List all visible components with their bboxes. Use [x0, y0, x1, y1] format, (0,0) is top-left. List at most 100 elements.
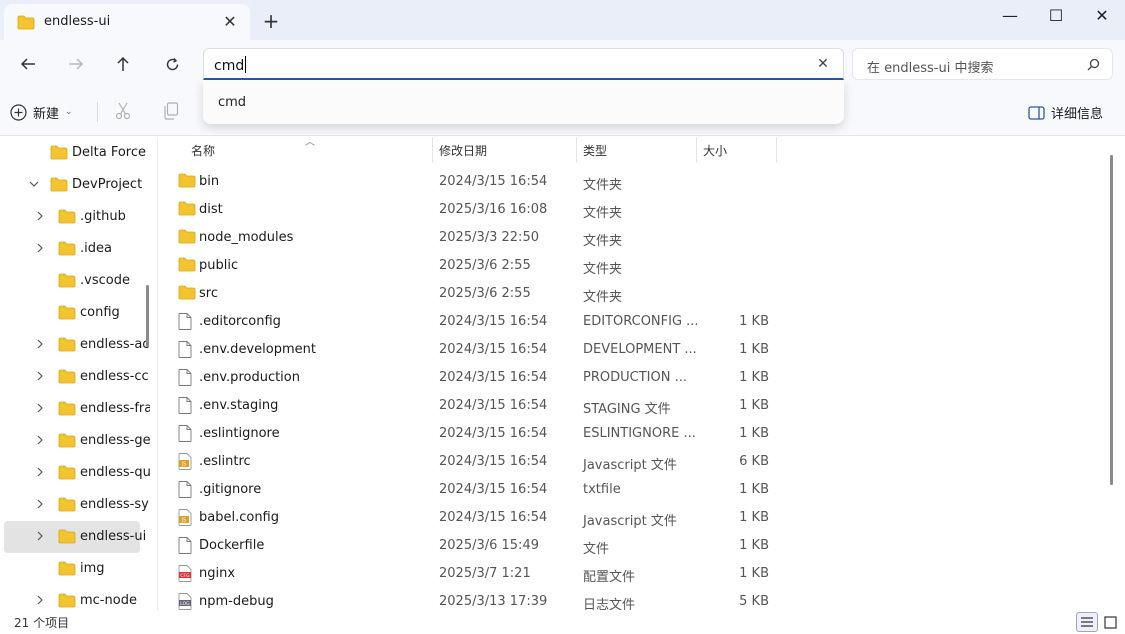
- file-row[interactable]: .editorconfig 2024/3/15 16:54 EDITORCONFIG…: [158, 307, 1113, 335]
- file-icon: [178, 369, 192, 390]
- file-row[interactable]: src 2025/3/6 2:55 文件夹: [158, 279, 1113, 307]
- file-date: 2024/3/15 16:54: [439, 342, 548, 357]
- sidebar-item[interactable]: endless-qu: [0, 457, 150, 489]
- file-type: 文件夹: [583, 234, 623, 249]
- file-size: 1 KB: [739, 538, 769, 553]
- column-divider[interactable]: [776, 137, 777, 163]
- chevron-right-icon[interactable]: [36, 210, 48, 224]
- chevron-right-icon[interactable]: [36, 242, 48, 256]
- sidebar-item[interactable]: endless-ac: [0, 329, 150, 361]
- chevron-right-icon[interactable]: [36, 530, 48, 544]
- search-input[interactable]: 在 endless-ui 中搜索: [852, 48, 1113, 80]
- column-divider[interactable]: [432, 137, 433, 163]
- file-row[interactable]: .env.development 2024/3/15 16:54 DEVELOPME…: [158, 335, 1113, 363]
- file-name: .env.staging: [199, 398, 279, 413]
- sidebar-item[interactable]: mc-node: [0, 585, 150, 611]
- chevron-right-icon[interactable]: [36, 402, 48, 416]
- file-name: dist: [199, 202, 223, 217]
- file-row[interactable]: CFG nginx 2025/3/7 1:21 配置文件 1 KB: [158, 559, 1113, 587]
- folder-icon: [58, 561, 76, 580]
- column-name[interactable]: 名称: [191, 142, 215, 159]
- plus-circle-icon: [10, 103, 27, 121]
- folder-icon: [58, 433, 76, 452]
- sidebar-item-label: .idea: [80, 241, 112, 256]
- sidebar-item-label: DevProject: [72, 177, 143, 192]
- file-date: 2024/3/15 16:54: [439, 510, 548, 525]
- sidebar-item[interactable]: .vscode: [0, 265, 150, 297]
- tab-close-icon[interactable]: ✕: [220, 12, 240, 32]
- refresh-icon: [166, 57, 178, 70]
- file-name: .env.development: [199, 342, 316, 357]
- file-name: src: [199, 286, 218, 301]
- chevron-right-icon[interactable]: [36, 338, 48, 352]
- suggestion-item[interactable]: cmd: [218, 95, 246, 110]
- sidebar-item-label: endless-ge: [80, 433, 150, 448]
- sidebar-item[interactable]: DevProject: [0, 169, 150, 201]
- file-row[interactable]: JS .eslintrc 2024/3/15 16:54 Javascript 文件 6…: [158, 447, 1113, 475]
- up-button[interactable]: [108, 50, 138, 78]
- column-divider[interactable]: [576, 137, 577, 163]
- new-button-label: 新建: [33, 106, 60, 122]
- sidebar-item[interactable]: img: [0, 553, 150, 585]
- tab-endless-ui[interactable]: endless-ui ✕: [4, 4, 250, 40]
- cut-icon[interactable]: [115, 102, 131, 124]
- file-type: 配置文件: [583, 570, 636, 585]
- sidebar-item[interactable]: Delta Force: [0, 137, 150, 169]
- chevron-right-icon[interactable]: [36, 466, 48, 480]
- close-button[interactable]: ✕: [1079, 0, 1125, 32]
- column-type[interactable]: 类型: [583, 142, 607, 159]
- sidebar-item[interactable]: .idea: [0, 233, 150, 265]
- sidebar-item-label: mc-node: [80, 593, 137, 608]
- tiles-view-button[interactable]: [1099, 612, 1121, 632]
- column-size[interactable]: 大小: [703, 142, 727, 159]
- forward-button[interactable]: [61, 50, 91, 78]
- column-date[interactable]: 修改日期: [439, 142, 487, 159]
- chevron-right-icon[interactable]: [36, 594, 48, 608]
- chevron-down-icon[interactable]: [28, 178, 40, 192]
- details-pane-button[interactable]: 详细信息: [1028, 103, 1103, 122]
- address-input[interactable]: cmd ✕: [203, 48, 844, 80]
- sidebar-item[interactable]: endless-ui: [4, 521, 146, 553]
- file-row[interactable]: node_modules 2025/3/3 22:50 文件夹: [158, 223, 1113, 251]
- file-row[interactable]: JS babel.config 2024/3/15 16:54 Javascript …: [158, 503, 1113, 531]
- details-view-button[interactable]: [1076, 612, 1098, 632]
- folder-icon: [58, 241, 76, 260]
- file-name: .gitignore: [199, 482, 262, 497]
- new-button[interactable]: 新建 ⌄: [10, 100, 73, 124]
- sidebar-item[interactable]: endless-fra: [0, 393, 150, 425]
- item-count: 21 个项目: [14, 616, 70, 630]
- file-row[interactable]: .env.production 2024/3/15 16:54 PRODUCTION…: [158, 363, 1113, 391]
- file-date: 2025/3/6 2:55: [439, 286, 531, 301]
- tab-title: endless-ui: [44, 14, 111, 29]
- sidebar-item[interactable]: endless-cc: [0, 361, 150, 393]
- file-list-scrollbar[interactable]: [1110, 155, 1113, 485]
- file-row[interactable]: dist 2025/3/16 16:08 文件夹: [158, 195, 1113, 223]
- file-row[interactable]: .eslintignore 2024/3/15 16:54 ESLINTIGNORE…: [158, 419, 1113, 447]
- new-tab-button[interactable]: +: [260, 10, 282, 32]
- sidebar-item[interactable]: .github: [0, 201, 150, 233]
- sidebar-item[interactable]: endless-sy: [0, 489, 150, 521]
- copy-icon[interactable]: [163, 102, 179, 124]
- maximize-button[interactable]: ☐: [1033, 0, 1079, 32]
- column-divider[interactable]: [696, 137, 697, 163]
- file-size: 1 KB: [739, 566, 769, 581]
- file-row[interactable]: Dockerfile 2025/3/6 15:49 文件 1 KB: [158, 531, 1113, 559]
- minimize-button[interactable]: —: [987, 0, 1033, 32]
- file-row[interactable]: bin 2024/3/15 16:54 文件夹: [158, 167, 1113, 195]
- chevron-right-icon[interactable]: [36, 498, 48, 512]
- file-date: 2025/3/6 2:55: [439, 258, 531, 273]
- sidebar-scrollbar[interactable]: [146, 285, 149, 347]
- chevron-right-icon[interactable]: [36, 434, 48, 448]
- clear-icon[interactable]: ✕: [813, 54, 833, 74]
- back-button[interactable]: [13, 50, 43, 78]
- folder-icon: [178, 229, 196, 248]
- sidebar-item-label: endless-fra: [80, 401, 150, 416]
- folder-icon: [178, 173, 196, 192]
- sidebar-item[interactable]: endless-ge: [0, 425, 150, 457]
- file-row[interactable]: .env.staging 2024/3/15 16:54 STAGING 文件 1 K…: [158, 391, 1113, 419]
- sidebar-item[interactable]: config: [0, 297, 150, 329]
- refresh-button[interactable]: [157, 50, 187, 78]
- file-row[interactable]: public 2025/3/6 2:55 文件夹: [158, 251, 1113, 279]
- chevron-right-icon[interactable]: [36, 370, 48, 384]
- file-row[interactable]: .gitignore 2024/3/15 16:54 txtfile 1 KB: [158, 475, 1113, 503]
